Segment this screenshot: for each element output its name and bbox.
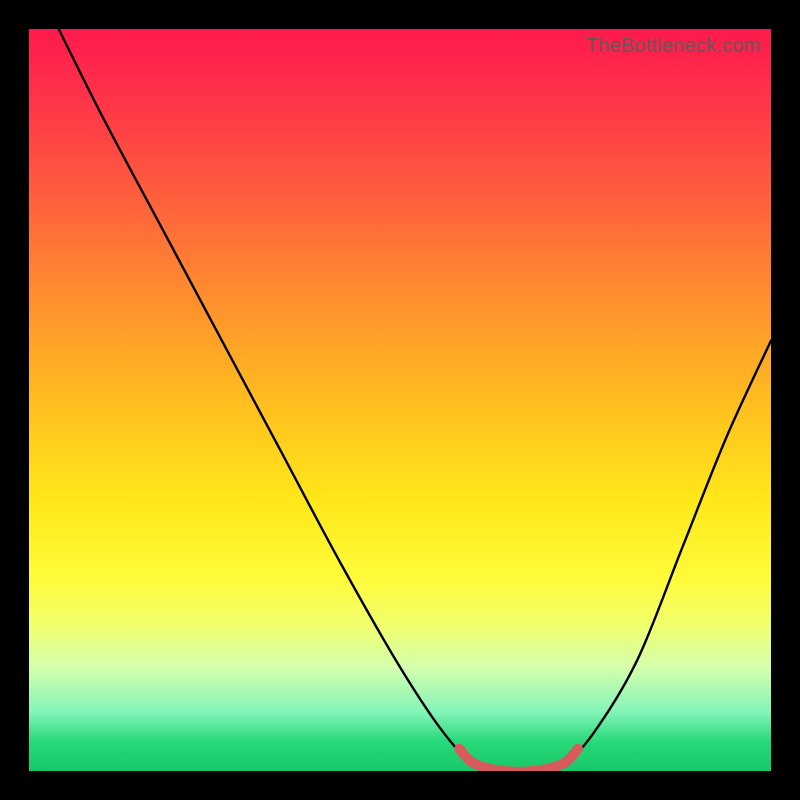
optimal-band-marker <box>459 749 578 771</box>
plot-area: TheBottleneck.com <box>29 29 771 771</box>
chart-svg <box>29 29 771 771</box>
chart-frame: TheBottleneck.com <box>0 0 800 800</box>
bottleneck-curve <box>59 29 771 771</box>
watermark-text: TheBottleneck.com <box>586 35 761 58</box>
